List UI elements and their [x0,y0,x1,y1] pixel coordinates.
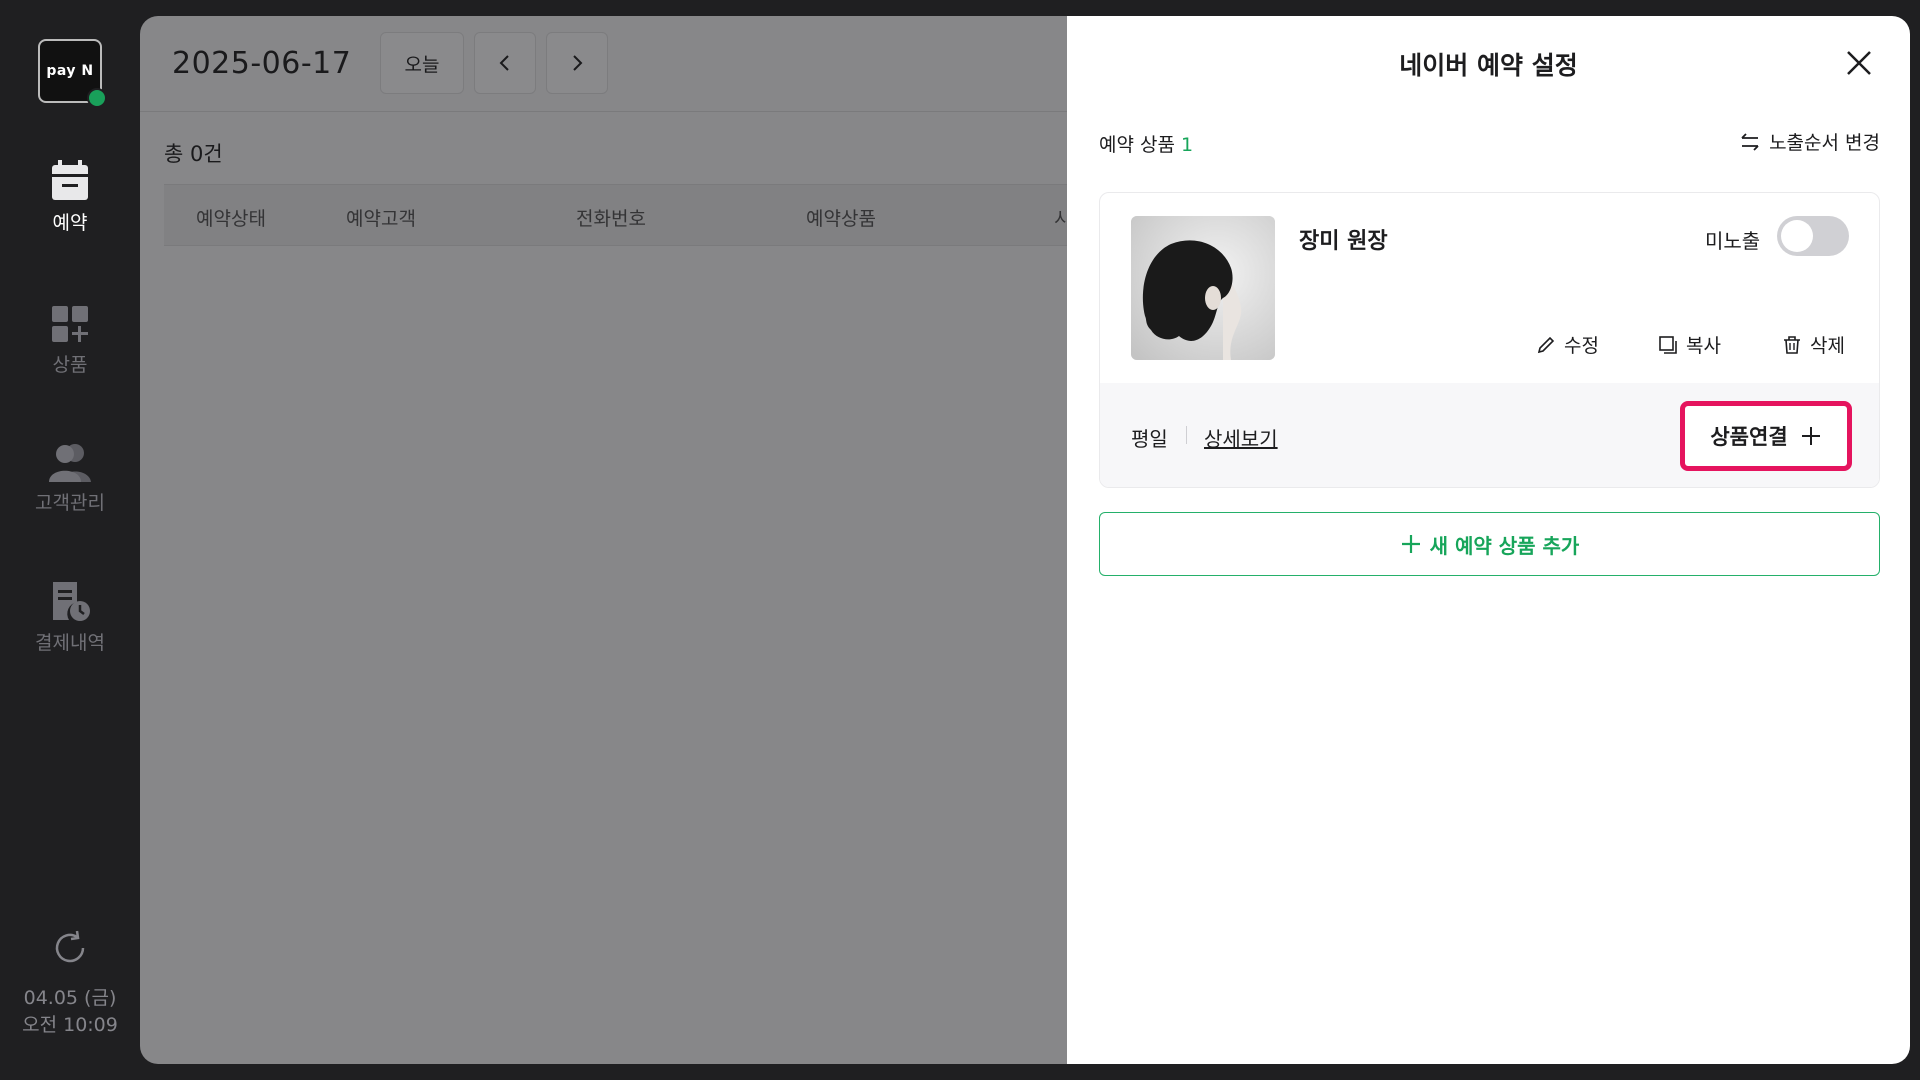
prev-date-button[interactable] [474,32,536,94]
column-header: 예약상품 [806,208,876,230]
sidebar-item-label: 결제내역 [35,632,105,654]
add-product-label: 새 예약 상품 추가 [1429,533,1580,558]
sidebar-item-products[interactable]: 상품 [0,304,140,377]
product-card: 장미 원장 미노출 수정 복사 삭제 평일 상세보기 상품연결 [1099,192,1880,488]
copy-icon [1659,335,1677,354]
next-date-button[interactable] [546,32,608,94]
section-label: 예약 상품 1 [1099,130,1193,157]
calendar-icon [52,160,88,200]
close-icon[interactable] [1844,48,1874,78]
plus-icon [1401,535,1420,553]
column-header: 시 [1054,208,1067,230]
swap-icon [1741,132,1759,151]
table-header: 예약상태 예약고객 전화번호 예약상품 시 [164,184,1067,246]
sidebar-item-label: 예약 [52,212,88,234]
column-header: 전화번호 [576,208,646,230]
today-button-label: 오늘 [404,53,440,76]
edit-button[interactable]: 수정 [1536,331,1599,358]
visibility-toggle[interactable] [1777,216,1849,256]
status-dot [87,88,107,108]
schedule-label: 평일 [1131,427,1168,451]
refresh-icon[interactable] [50,928,90,968]
chevron-left-icon [499,55,509,71]
naver-reservation-settings-panel: 네이버 예약 설정 예약 상품 1 노출순서 변경 장미 원장 미노출 수정 복… [1067,16,1910,1064]
sidebar-item-label: 고객관리 [35,492,105,514]
edit-label: 수정 [1564,335,1599,357]
main-content: 2025-06-17 오늘 총 0건 예약상태 예약고객 전화번호 예약상품 시 [140,16,1067,1064]
receipt-clock-icon [53,582,90,621]
users-icon [49,444,91,482]
app-logo: pay N [38,39,107,108]
total-count: 총 0건 [164,142,223,166]
trash-icon [1784,335,1800,354]
divider [1186,426,1187,444]
logo-text: pay N [46,63,94,79]
section-label-text: 예약 상품 [1099,134,1175,156]
sidebar-item-reservation[interactable]: 예약 [0,160,140,235]
delete-button[interactable]: 삭제 [1782,331,1845,358]
app-frame: pay N 예약 상품 고객관리 결제내역 04.05 (금) 오전 10:09… [0,0,1920,1080]
today-button[interactable]: 오늘 [380,32,464,94]
product-name: 장미 원장 [1299,229,1388,254]
detail-link[interactable]: 상세보기 [1204,423,1278,452]
change-order-button[interactable]: 노출순서 변경 [1739,128,1880,155]
sidebar: pay N 예약 상품 고객관리 결제내역 04.05 (금) 오전 10:09 [0,0,140,1080]
product-card-footer: 평일 상세보기 상품연결 [1100,383,1879,487]
clock: 04.05 (금) 오전 10:09 [0,985,140,1039]
product-thumbnail [1131,216,1275,360]
product-link-label: 상품연결 [1710,425,1788,449]
current-date: 2025-06-17 [172,46,352,81]
toggle-knob [1781,220,1813,252]
change-order-label: 노출순서 변경 [1769,132,1880,154]
copy-label: 복사 [1686,335,1721,357]
date-toolbar: 2025-06-17 오늘 [140,16,1067,112]
sidebar-item-customers[interactable]: 고객관리 [0,442,140,515]
product-count: 1 [1181,134,1194,156]
chevron-right-icon [573,55,583,71]
delete-label: 삭제 [1810,335,1845,357]
clock-time: 오전 10:09 [22,1014,118,1036]
add-reservation-product-button[interactable]: 새 예약 상품 추가 [1099,512,1880,576]
column-header: 예약상태 [196,208,266,230]
column-header: 예약고객 [346,208,416,230]
clock-date: 04.05 (금) [23,987,117,1009]
panel-title: 네이버 예약 설정 [1399,51,1578,80]
grid-plus-icon [52,306,88,342]
pencil-icon [1537,336,1555,353]
plus-icon [1801,427,1820,445]
sidebar-item-payments[interactable]: 결제내역 [0,580,140,655]
visibility-label: 미노출 [1705,229,1761,253]
product-link-button[interactable]: 상품연결 [1680,401,1852,471]
sidebar-item-label: 상품 [52,354,88,376]
copy-button[interactable]: 복사 [1658,331,1721,358]
